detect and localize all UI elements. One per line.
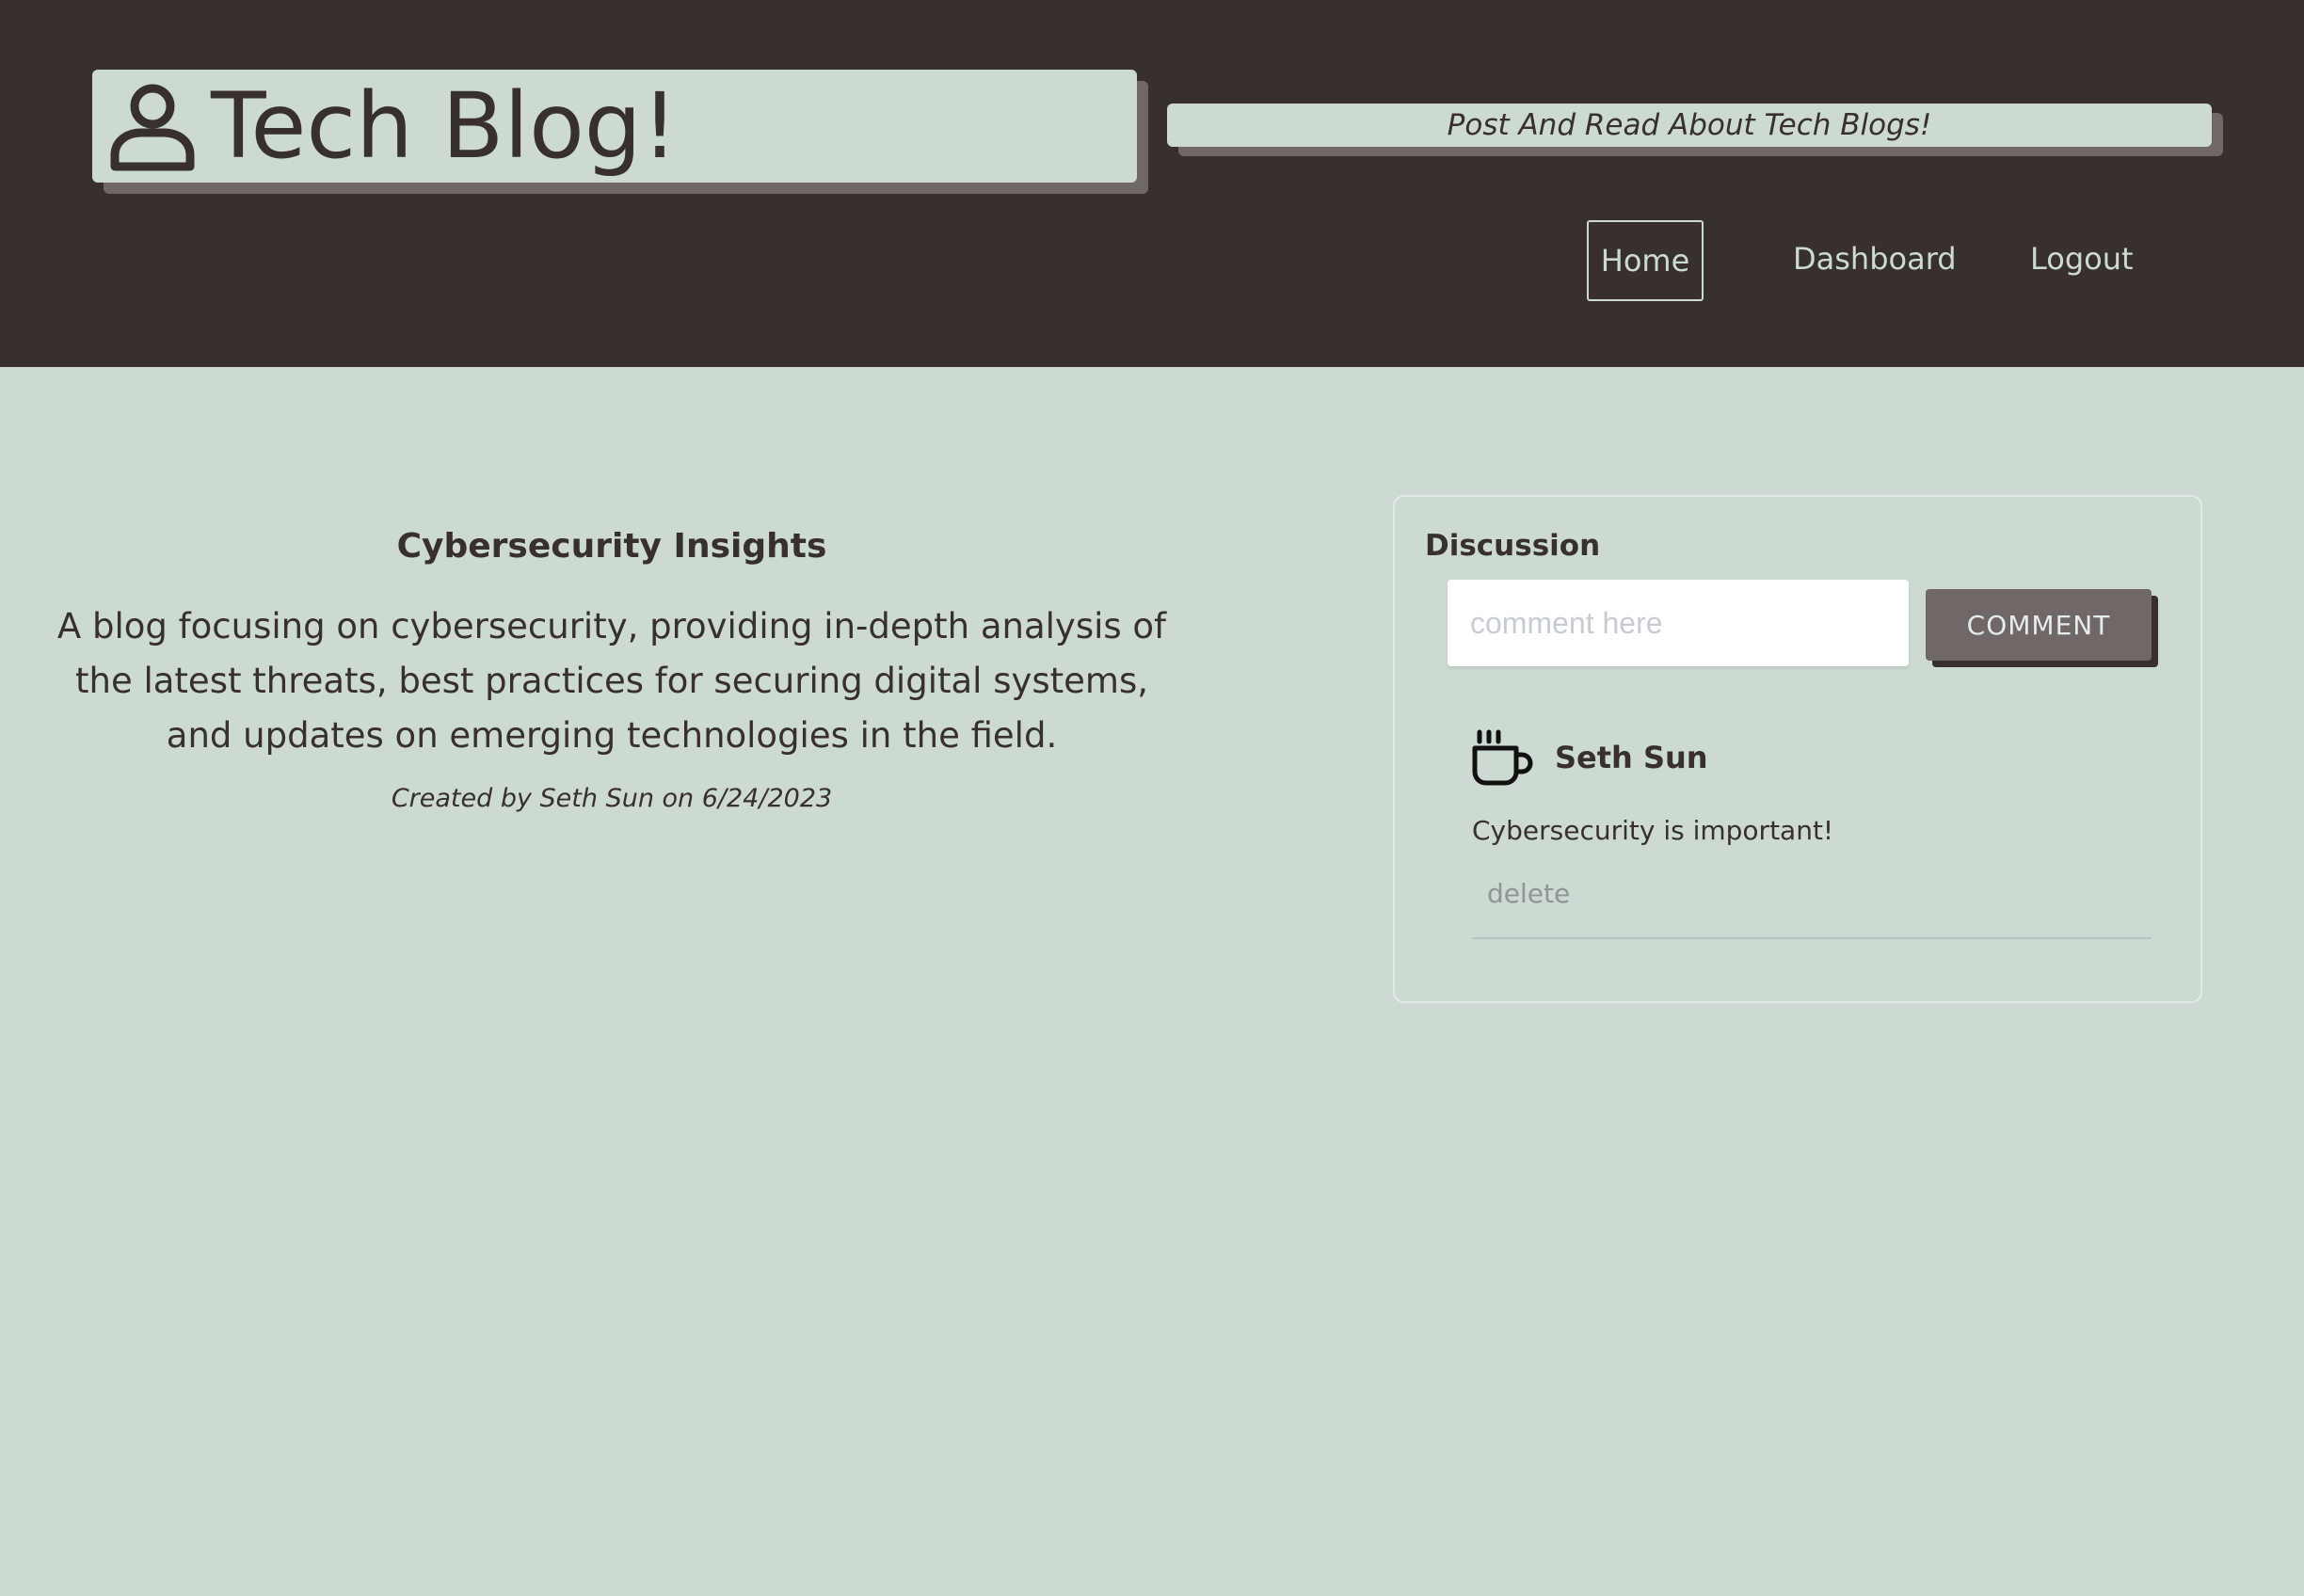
- delete-comment-link[interactable]: delete: [1487, 878, 1570, 909]
- comment-header: Seth Sun: [1472, 728, 2152, 787]
- blog-post: Cybersecurity Insights A blog focusing o…: [56, 527, 1167, 813]
- comment-author: Seth Sun: [1555, 740, 1708, 775]
- post-body: A blog focusing on cybersecurity, provid…: [56, 606, 1167, 756]
- user-icon: [109, 80, 196, 172]
- site-tagline: Post And Read About Tech Blogs!: [1167, 104, 2212, 147]
- comment-divider: [1472, 937, 2152, 939]
- comment-item: Seth Sun Cybersecurity is important! del…: [1472, 728, 2152, 939]
- comment-input[interactable]: [1448, 580, 1909, 666]
- nav-logout-link[interactable]: Logout: [2030, 220, 2134, 297]
- comment-submit-button[interactable]: COMMENT: [1926, 589, 2152, 661]
- nav-dashboard-link[interactable]: Dashboard: [1793, 220, 1957, 297]
- brand-banner[interactable]: Tech Blog!: [92, 70, 1137, 183]
- discussion-panel: Discussion COMMENT Seth Sun Cybersecurit…: [1393, 495, 2202, 1003]
- post-title: Cybersecurity Insights: [396, 527, 827, 566]
- coffee-cup-icon: [1472, 728, 1534, 787]
- site-header: Tech Blog! Post And Read About Tech Blog…: [0, 0, 2304, 367]
- discussion-title: Discussion: [1425, 529, 1601, 563]
- post-meta: Created by Seth Sun on 6/24/2023: [391, 784, 833, 813]
- comment-text: Cybersecurity is important!: [1472, 815, 1834, 846]
- nav-home-link[interactable]: Home: [1587, 220, 1704, 301]
- site-title: Tech Blog!: [211, 73, 679, 179]
